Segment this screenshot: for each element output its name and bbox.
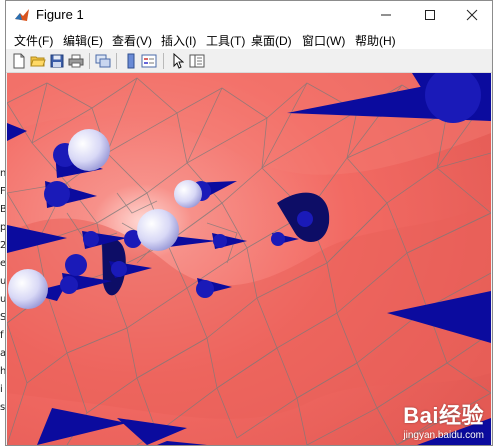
title-bar[interactable]: Figure 1 (6, 1, 492, 29)
window-title: Figure 1 (36, 7, 84, 22)
insert-colorbar-button[interactable] (122, 52, 140, 70)
save-icon (50, 54, 64, 68)
menu-edit[interactable]: 编辑(E) (63, 32, 103, 49)
link-plot-icon (95, 54, 111, 68)
menu-view[interactable]: 查看(V) (112, 32, 152, 49)
cone-base (44, 181, 70, 207)
matlab-icon (15, 9, 29, 21)
legend-icon (141, 54, 157, 68)
figure-toolbar (6, 49, 492, 73)
menu-window[interactable]: 窗口(W) (302, 32, 345, 49)
cone-base (60, 276, 78, 294)
property-editor-icon (189, 54, 205, 68)
open-file-button[interactable] (29, 52, 47, 70)
toolbar-separator (89, 53, 90, 69)
link-plot-button[interactable] (94, 52, 112, 70)
colorbar-icon (127, 53, 135, 69)
menu-file[interactable]: 文件(F) (14, 32, 53, 49)
menu-tools[interactable]: 工具(T) (206, 32, 245, 49)
insert-legend-button[interactable] (140, 52, 158, 70)
new-figure-button[interactable] (10, 52, 28, 70)
sphere (68, 129, 110, 171)
print-button[interactable] (67, 52, 85, 70)
sphere (137, 209, 179, 251)
menu-help[interactable]: 帮助(H) (355, 32, 396, 49)
cone-base (213, 234, 227, 248)
figure-window: Figure 1 文件(F) 编辑(E) 查看(V) 插入(I) 工具(T) 桌… (5, 0, 493, 446)
sphere (174, 180, 202, 208)
open-folder-icon (30, 56, 46, 67)
toolbar-separator (116, 53, 117, 69)
toolbar-separator (163, 53, 164, 69)
maximize-button[interactable] (408, 1, 452, 29)
plot-axes-3d[interactable] (7, 73, 491, 445)
menu-bar: 文件(F) 编辑(E) 查看(V) 插入(I) 工具(T) 桌面(D) 窗口(W… (6, 29, 492, 49)
close-button[interactable] (450, 1, 492, 29)
property-editor-button[interactable] (188, 52, 206, 70)
watermark-url: jingyan.baidu.com (403, 430, 484, 441)
cone-base (65, 254, 87, 276)
cone-base (271, 232, 285, 246)
edit-plot-button[interactable] (169, 52, 187, 70)
cone-base (83, 231, 99, 247)
watermark-brand: Bai经验 (403, 403, 484, 428)
background-window-right-edge (492, 0, 500, 446)
cone-base (111, 261, 127, 277)
menu-insert[interactable]: 插入(I) (161, 32, 196, 49)
pointer-icon (173, 53, 184, 69)
cone-base (297, 211, 313, 227)
save-button[interactable] (48, 52, 66, 70)
minimize-button[interactable] (364, 1, 408, 29)
new-file-icon (13, 53, 25, 69)
print-icon (68, 54, 84, 68)
close-icon (466, 9, 478, 21)
cone-base (196, 280, 214, 298)
maximize-icon (425, 10, 435, 20)
sphere (8, 269, 48, 309)
baidu-jingyan-watermark: Bai经验 jingyan.baidu.com (403, 398, 484, 441)
minimize-icon (381, 14, 391, 16)
menu-desktop[interactable]: 桌面(D) (251, 32, 292, 49)
